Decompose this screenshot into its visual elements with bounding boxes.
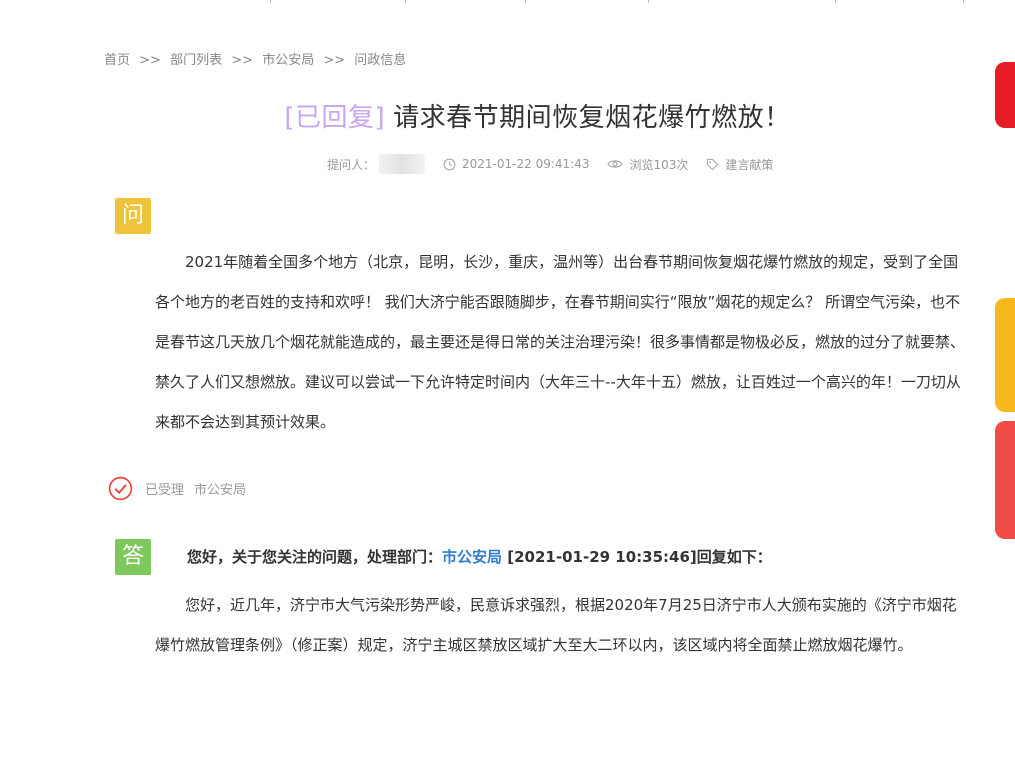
question-text: 2021年随着全国多个地方（北京，昆明，长沙，重庆，温州等）出台春节期间恢复烟花… [155, 253, 966, 431]
breadcrumb-department-list[interactable]: 部门列表 [170, 53, 222, 68]
post-views: 浏览103次 [607, 156, 688, 173]
side-float-tab-red[interactable] [995, 421, 1015, 539]
asker-label: 提问人： [327, 157, 376, 172]
nav-divider [835, 0, 836, 3]
reply-status-label: [已回复] [284, 103, 386, 133]
reply-department-link[interactable]: 市公安局 [442, 548, 502, 566]
top-nav-remnant [0, 0, 1015, 4]
breadcrumb-separator: >> [139, 53, 161, 68]
post-meta: 提问人： 2021-01-22 09:41:43 浏览103次 建言献策 [327, 154, 791, 174]
question-content: 2021年随着全国多个地方（北京，昆明，长沙，重庆，温州等）出台春节期间恢复烟花… [155, 242, 967, 442]
answer-badge: 答 [115, 539, 151, 575]
reply-content: 您好，近几年，济宁市大气污染形势严峻，民意诉求强烈，根据2020年7月25日济宁… [155, 585, 967, 665]
nav-divider [648, 0, 649, 3]
page-title: [已回复] 请求春节期间恢复烟花爆竹燃放！ [0, 97, 1015, 134]
question-badge: 问 [115, 198, 151, 234]
breadcrumb-current[interactable]: 问政信息 [354, 53, 406, 68]
reply-header: 您好，关于您关注的问题，处理部门：市公安局 [2021-01-29 10:35:… [187, 546, 772, 567]
views-text: 浏览103次 [629, 157, 689, 172]
check-circle-icon [108, 476, 133, 501]
acceptance-status: 已受理 市公安局 [108, 476, 246, 501]
acceptance-department: 市公安局 [194, 483, 247, 498]
breadcrumb-home[interactable]: 首页 [104, 53, 130, 68]
reply-header-suffix: [2021-01-29 10:35:46]回复如下： [507, 548, 772, 566]
eye-icon [607, 160, 624, 168]
nav-divider [405, 0, 406, 3]
side-float-tab-top[interactable] [995, 62, 1015, 128]
breadcrumb-separator: >> [323, 53, 346, 68]
post-category[interactable]: 建言献策 [706, 156, 773, 173]
category-text: 建言献策 [725, 157, 774, 172]
nav-divider [270, 0, 271, 3]
reply-header-prefix: 您好，关于您关注的问题，处理部门： [187, 548, 443, 566]
breadcrumb: 首页 >> 部门列表 >> 市公安局 >> 问政信息 [104, 49, 406, 68]
nav-divider [525, 0, 526, 3]
clock-icon [443, 158, 456, 170]
nav-divider [963, 0, 964, 3]
breadcrumb-separator: >> [231, 53, 254, 68]
side-float-tab-yellow[interactable] [995, 298, 1015, 412]
asker-name-blurred [379, 154, 426, 174]
reply-text: 您好，近几年，济宁市大气污染形势严峻，民意诉求强烈，根据2020年7月25日济宁… [155, 596, 957, 654]
post-datetime: 2021-01-22 09:41:43 [443, 157, 589, 171]
datetime-text: 2021-01-22 09:41:43 [462, 157, 590, 171]
post-title-text: 请求春节期间恢复烟花爆竹燃放！ [393, 103, 791, 133]
acceptance-status-text: 已受理 [145, 483, 185, 498]
breadcrumb-department[interactable]: 市公安局 [262, 53, 314, 68]
tag-icon [707, 158, 719, 170]
